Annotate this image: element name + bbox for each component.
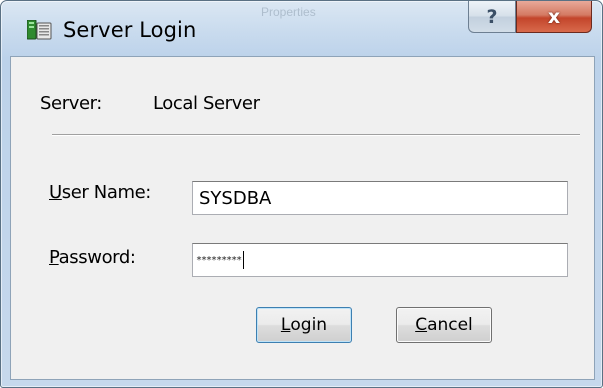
- cancel-button[interactable]: Cancel: [396, 307, 492, 343]
- password-label: Password:: [49, 247, 136, 268]
- title-bar[interactable]: Properties Server Login ? x: [1, 1, 603, 56]
- text-caret: [243, 251, 245, 269]
- dialog-body: Server: Local Server User Name: Password…: [10, 56, 595, 380]
- login-button[interactable]: Login: [256, 307, 352, 343]
- user-name-input[interactable]: [192, 181, 568, 215]
- user-name-label: User Name:: [49, 182, 151, 203]
- password-input[interactable]: [192, 243, 568, 277]
- close-button[interactable]: x: [516, 1, 592, 33]
- help-button[interactable]: ?: [468, 1, 516, 33]
- window-title: Server Login: [63, 18, 197, 42]
- help-icon: ?: [486, 5, 498, 28]
- server-database-icon: [27, 20, 52, 40]
- close-icon: x: [547, 5, 561, 28]
- password-mask: *********: [196, 243, 245, 277]
- divider: [52, 134, 580, 136]
- server-value: Local Server: [153, 93, 260, 114]
- server-login-dialog: Properties Server Login ? x Server: Loca…: [0, 0, 603, 388]
- background-window-title: Properties: [261, 5, 316, 19]
- server-label: Server:: [40, 93, 102, 114]
